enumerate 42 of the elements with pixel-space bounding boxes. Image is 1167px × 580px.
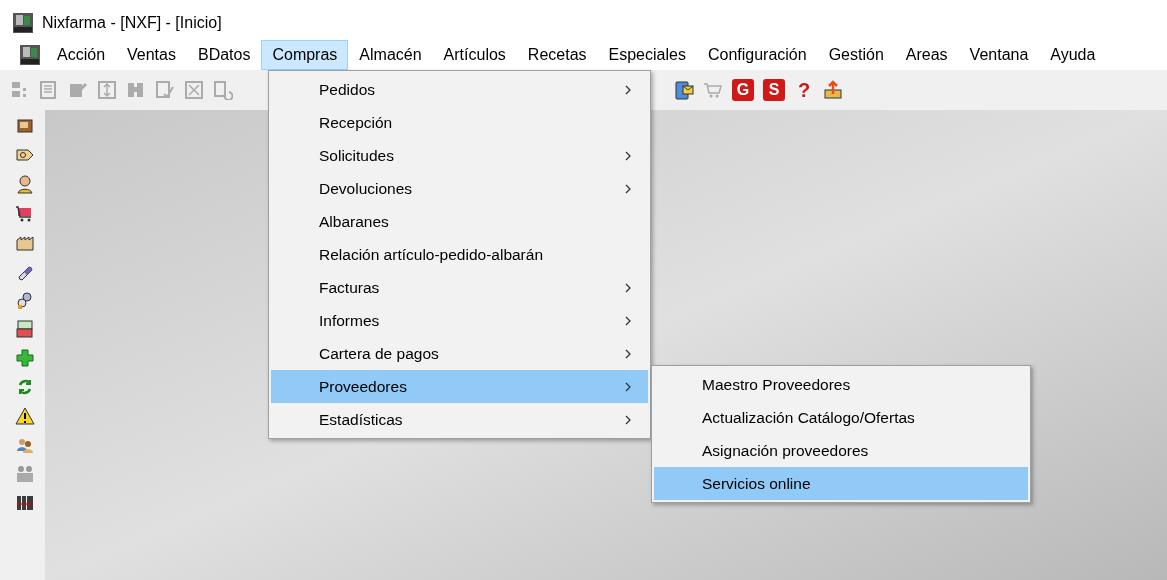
menu-item[interactable]: Ayuda	[1039, 40, 1107, 70]
menu-item[interactable]: Artículos	[432, 40, 517, 70]
menu-item[interactable]: Estadísticas	[271, 403, 648, 436]
barcode-icon[interactable]	[14, 493, 35, 513]
toolbar-button[interactable]: G	[732, 79, 754, 101]
menu-item[interactable]: Solicitudes	[271, 139, 648, 172]
help-button[interactable]: ?	[794, 79, 814, 101]
menu-item[interactable]: Facturas	[271, 271, 648, 304]
menu-item[interactable]: Relación artículo-pedido-albarán	[271, 238, 648, 271]
menu-item[interactable]: Albaranes	[271, 205, 648, 238]
app-logo-icon[interactable]	[18, 44, 42, 66]
upload-box-icon[interactable]	[823, 80, 843, 100]
app-logo-icon	[12, 12, 34, 34]
menu-item[interactable]: Areas	[894, 40, 959, 70]
menu-item[interactable]: Maestro Proveedores	[654, 368, 1028, 401]
menu-item[interactable]: BDatos	[186, 40, 262, 70]
menu-item[interactable]: Actualización Catálogo/Ofertas	[654, 401, 1028, 434]
warning-icon[interactable]	[14, 406, 35, 426]
person-icon[interactable]	[14, 174, 35, 194]
menu-item[interactable]: Recepción	[271, 106, 648, 139]
menu-item[interactable]: Ventas	[116, 40, 187, 70]
menu-item[interactable]: Cartera de pagos	[271, 337, 648, 370]
menu-item[interactable]: Almacén	[348, 40, 433, 70]
menu-item[interactable]: Gestión	[817, 40, 895, 70]
menu-item[interactable]: Configuración	[696, 40, 818, 70]
mail-device-icon[interactable]	[674, 80, 694, 100]
menu-item[interactable]: Asignación proveedores	[654, 434, 1028, 467]
people-group-icon[interactable]	[14, 464, 35, 484]
menu-item[interactable]: Especiales	[597, 40, 697, 70]
menu-item[interactable]: Recetas	[516, 40, 598, 70]
toolbar-button[interactable]: S	[763, 79, 785, 101]
menu-item[interactable]: Informes	[271, 304, 648, 337]
menu-item[interactable]: Acción	[46, 40, 117, 70]
menu-item[interactable]: Pedidos	[271, 73, 648, 106]
menu-item[interactable]: Ventana	[958, 40, 1040, 70]
menu-item[interactable]: Compras	[261, 40, 349, 70]
menu-item[interactable]: Servicios online	[654, 467, 1028, 500]
menu-item[interactable]: Devoluciones	[271, 172, 648, 205]
menu-item[interactable]: Proveedores	[271, 370, 648, 403]
plus-icon[interactable]	[14, 348, 35, 368]
window-title: Nixfarma - [NXF] - [Inicio]	[42, 13, 222, 33]
cards-icon[interactable]	[14, 319, 35, 339]
